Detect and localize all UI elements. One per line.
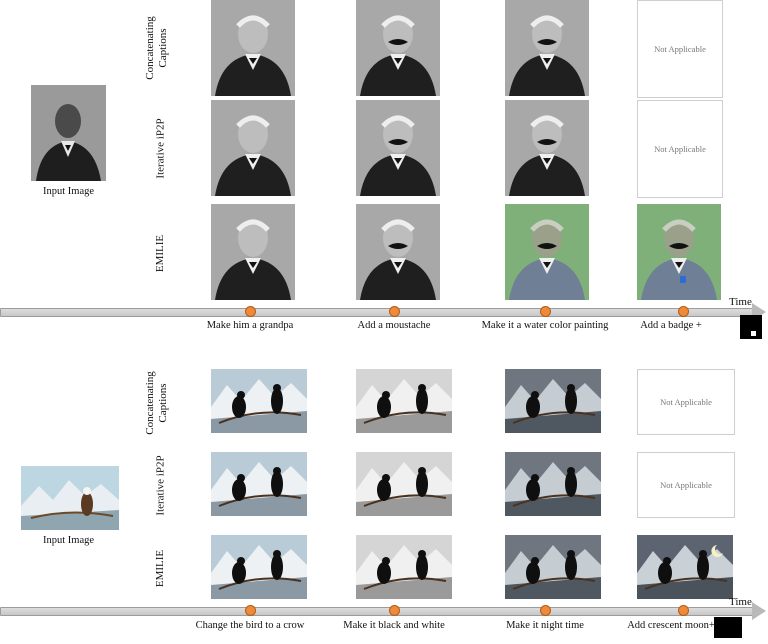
row-label-emilie-2: EMILIE: [154, 549, 167, 587]
time-label-2: Time: [729, 596, 752, 608]
portrait-image: [505, 0, 589, 96]
result-image-emilie-2: [356, 535, 452, 599]
input-image-portrait: [31, 85, 106, 181]
portrait-image: [637, 204, 721, 300]
result-image-concatenating-2: [356, 369, 452, 433]
timeline-step-dot-1: [245, 605, 256, 616]
result-image-emilie-3: [505, 535, 601, 599]
crow-image: [505, 452, 601, 516]
timeline-bar: [0, 308, 754, 317]
not-applicable-label: Not Applicable: [654, 44, 706, 54]
timeline-step-dot-4: [678, 605, 689, 616]
portrait-image: [505, 204, 589, 300]
portrait-image: [211, 204, 295, 300]
result-image-emilie-2: [356, 204, 440, 300]
timeline-step-dot-2: [389, 605, 400, 616]
row-label-concatenating: Concatenating Captions: [144, 16, 170, 80]
crow-image: [356, 535, 452, 599]
crow-image: [211, 535, 307, 599]
row-label-concatenating-2: Concatenating Captions: [144, 371, 170, 435]
result-image-iterative-1: [211, 452, 307, 516]
result-image-emilie-3: [505, 204, 589, 300]
result-image-emilie-1: [211, 535, 307, 599]
eagle-image: [21, 466, 119, 530]
step-caption-4: Add a badge +: [640, 320, 702, 331]
result-image-emilie-4: [637, 535, 733, 599]
crow-image: [505, 369, 601, 433]
portrait-image: [356, 0, 440, 96]
input-image-label: Input Image: [43, 186, 95, 197]
result-image-iterative-3: [505, 100, 589, 196]
step-caption-1: Make him a grandpa: [206, 320, 294, 331]
input-image-label-2: Input Image: [43, 535, 95, 546]
row-label-iterative-2: Iterative iP2P: [154, 454, 167, 516]
step-caption-1: Change the bird to a crow: [195, 620, 305, 631]
crow-image: [356, 452, 452, 516]
step-caption-3: Make it a water color painting: [481, 320, 609, 331]
input-image-eagle: [21, 466, 119, 530]
timeline-step-dot-4: [678, 306, 689, 317]
step-caption-3: Make it night time: [506, 620, 584, 631]
row-label-iterative: Iterative iP2P: [154, 117, 167, 179]
portrait-image: [356, 204, 440, 300]
portrait-image: [211, 0, 295, 96]
result-image-concatenating-3: [505, 0, 589, 96]
not-applicable-cell: Not Applicable: [637, 369, 735, 435]
result-image-concatenating-1: [211, 0, 295, 96]
result-image-emilie-1: [211, 204, 295, 300]
step-caption-2: Make it black and white: [343, 620, 445, 631]
timeline-step-dot-1: [245, 306, 256, 317]
result-image-iterative-2: [356, 100, 440, 196]
not-applicable-cell: Not Applicable: [637, 100, 723, 198]
moon-mask: [714, 617, 742, 638]
crow-image: [211, 369, 307, 433]
step-caption-2: Add a moustache: [357, 320, 431, 331]
portrait-image: [505, 100, 589, 196]
time-label: Time: [729, 296, 752, 308]
timeline-bar-2: [0, 607, 754, 616]
badge-mask: [740, 315, 762, 339]
result-image-emilie-4: [637, 204, 721, 300]
timeline-step-dot-3: [540, 605, 551, 616]
not-applicable-cell: Not Applicable: [637, 0, 723, 98]
not-applicable-label: Not Applicable: [654, 144, 706, 154]
step-caption-4: Add crescent moon+: [627, 620, 715, 631]
not-applicable-cell: Not Applicable: [637, 452, 735, 518]
timeline-step-dot-2: [389, 306, 400, 317]
not-applicable-label: Not Applicable: [660, 397, 712, 407]
crow-image: [505, 535, 601, 599]
crow-image: [356, 369, 452, 433]
result-image-concatenating-3: [505, 369, 601, 433]
crow-image: [211, 452, 307, 516]
result-image-concatenating-2: [356, 0, 440, 96]
portrait-image: [356, 100, 440, 196]
result-image-concatenating-1: [211, 369, 307, 433]
result-image-iterative-3: [505, 452, 601, 516]
row-label-emilie: EMILIE: [154, 234, 167, 272]
crow-image: [637, 535, 733, 599]
portrait-image: [211, 100, 295, 196]
result-image-iterative-1: [211, 100, 295, 196]
portrait-image: [31, 85, 106, 181]
arrow-icon-2: [752, 602, 766, 620]
result-image-iterative-2: [356, 452, 452, 516]
not-applicable-label: Not Applicable: [660, 480, 712, 490]
timeline-step-dot-3: [540, 306, 551, 317]
